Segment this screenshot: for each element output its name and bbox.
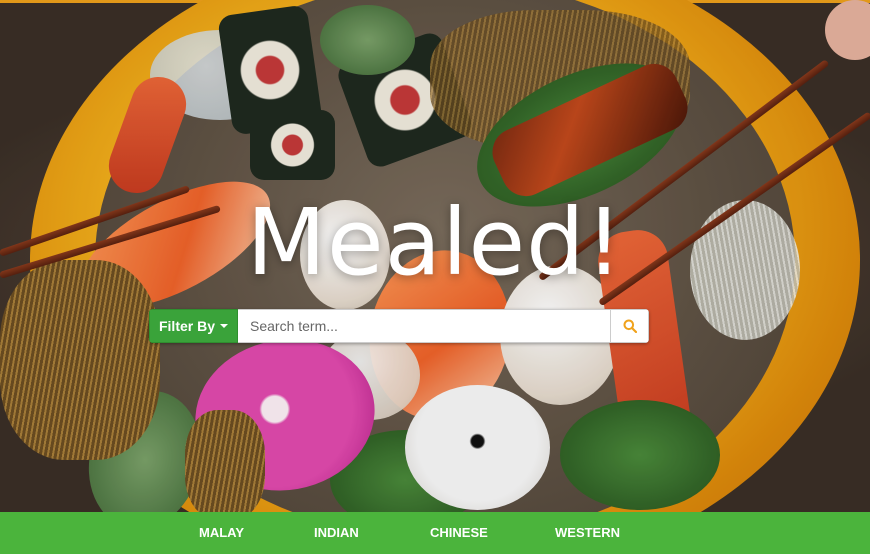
- search-bar: Filter By: [149, 309, 649, 343]
- nav-item-chinese[interactable]: CHINESE: [430, 512, 488, 554]
- caret-down-icon: [220, 324, 228, 328]
- search-input[interactable]: [238, 309, 610, 343]
- cuisine-nav-bar: MALAY INDIAN CHINESE WESTERN: [0, 512, 870, 554]
- nav-item-indian[interactable]: INDIAN: [314, 512, 359, 554]
- nav-item-western[interactable]: WESTERN: [555, 512, 620, 554]
- search-icon: [623, 319, 637, 333]
- brand-title: Mealed!: [246, 189, 624, 296]
- search-button[interactable]: [610, 309, 649, 343]
- filter-by-label: Filter By: [158, 318, 215, 334]
- filter-by-button[interactable]: Filter By: [149, 309, 238, 343]
- nav-item-malay[interactable]: MALAY: [199, 512, 244, 554]
